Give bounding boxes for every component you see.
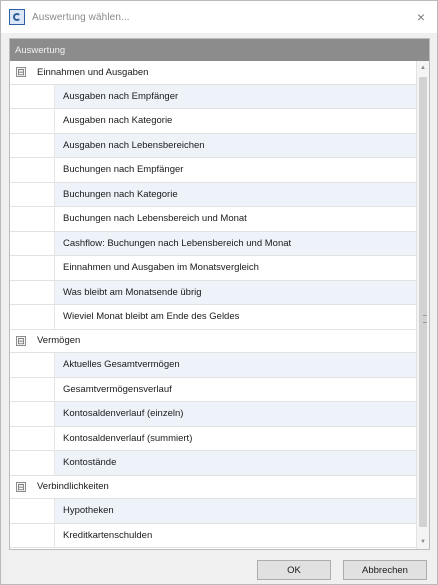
item-label[interactable]: Buchungen nach Empfänger	[55, 158, 417, 182]
group-label: Vermögen	[37, 335, 81, 347]
list-item[interactable]: Gesamtvermögensverlauf	[10, 377, 417, 402]
list-item[interactable]: Buchungen nach Lebensbereich und Monat	[10, 207, 417, 232]
list-item[interactable]: Ausgaben nach Empfänger	[10, 84, 417, 109]
list-item[interactable]: Buchungen nach Kategorie	[10, 182, 417, 207]
list-item[interactable]: Kontosaldenverlauf (einzeln)	[10, 402, 417, 427]
collapse-icon[interactable]: ⊟	[16, 335, 26, 346]
list-item[interactable]: Buchungen nach Empfänger	[10, 158, 417, 183]
group-label: Verbindlichkeiten	[37, 481, 109, 493]
list-item[interactable]: Hypotheken	[10, 499, 417, 524]
list-item[interactable]: Cashflow: Buchungen nach Lebensbereich u…	[10, 231, 417, 256]
ok-button[interactable]: OK	[257, 560, 331, 580]
collapse-icon[interactable]: ⊟	[16, 67, 26, 78]
item-label[interactable]: Kontosaldenverlauf (summiert)	[55, 427, 417, 451]
list-item[interactable]: Kontosaldenverlauf (summiert)	[10, 426, 417, 451]
item-label[interactable]: Buchungen nach Lebensbereich und Monat	[55, 207, 417, 231]
item-label[interactable]: Kontosaldenverlauf (einzeln)	[55, 402, 417, 426]
item-label[interactable]: Cashflow: Buchungen nach Lebensbereich u…	[55, 231, 417, 255]
item-label[interactable]: Kreditkartenschulden	[55, 524, 417, 548]
list-item[interactable]: Kreditkartenschulden	[10, 523, 417, 548]
list-item[interactable]: Was bleibt am Monatsende übrig	[10, 280, 417, 305]
window-title: Auswertung wählen...	[32, 11, 130, 23]
app-report-icon	[9, 9, 25, 25]
column-header: Auswertung	[10, 39, 429, 61]
item-label[interactable]: Ausgaben nach Empfänger	[55, 84, 417, 108]
item-label[interactable]: Was bleibt am Monatsende übrig	[55, 280, 417, 304]
vertical-scrollbar[interactable]: ▲ ▼	[416, 61, 429, 549]
item-label[interactable]: Aktuelles Gesamtvermögen	[55, 353, 417, 377]
item-label[interactable]: Einnahmen und Ausgaben im Monatsvergleic…	[55, 256, 417, 280]
scroll-up-icon[interactable]: ▲	[417, 61, 429, 75]
group-row-vermoegen[interactable]: ⊟ Vermögen	[10, 329, 417, 353]
column-header-label: Auswertung	[15, 44, 66, 56]
dialog-window: Auswertung wählen... × Auswertung ⊟ Einn…	[0, 0, 438, 585]
report-rows: ⊟ Einnahmen und Ausgaben Ausgaben nach E…	[10, 61, 417, 548]
item-label[interactable]: Wieviel Monat bleibt am Ende des Geldes	[55, 305, 417, 329]
list-item[interactable]: Ausgaben nach Kategorie	[10, 109, 417, 134]
list-item[interactable]: Aktuelles Gesamtvermögen	[10, 353, 417, 378]
list-item[interactable]: Wieviel Monat bleibt am Ende des Geldes	[10, 305, 417, 330]
cancel-button[interactable]: Abbrechen	[343, 560, 427, 580]
item-label[interactable]: Hypotheken	[55, 499, 417, 523]
title-bar: Auswertung wählen... ×	[1, 1, 437, 33]
dialog-footer: OK Abbrechen	[1, 553, 437, 584]
group-label: Einnahmen und Ausgaben	[37, 66, 149, 78]
item-label[interactable]: Buchungen nach Kategorie	[55, 182, 417, 206]
group-row-einnahmen[interactable]: ⊟ Einnahmen und Ausgaben	[10, 61, 417, 85]
scroll-down-icon[interactable]: ▼	[417, 535, 429, 549]
list-item[interactable]: Einnahmen und Ausgaben im Monatsvergleic…	[10, 256, 417, 281]
item-label[interactable]: Ausgaben nach Lebensbereichen	[55, 133, 417, 157]
group-row-verbindlichkeiten[interactable]: ⊟ Verbindlichkeiten	[10, 475, 417, 499]
list-item[interactable]: Ausgaben nach Lebensbereichen	[10, 133, 417, 158]
collapse-icon[interactable]: ⊟	[16, 481, 26, 492]
grip-icon	[423, 315, 427, 323]
item-label[interactable]: Ausgaben nach Kategorie	[55, 109, 417, 133]
list-item[interactable]: Kontostände	[10, 451, 417, 476]
item-label[interactable]: Kontostände	[55, 451, 417, 475]
report-grid: Auswertung ⊟ Einnahmen und Ausgaben Ausg…	[9, 38, 430, 550]
scroll-thumb[interactable]	[419, 77, 427, 527]
close-button[interactable]: ×	[411, 7, 431, 27]
item-label[interactable]: Gesamtvermögensverlauf	[55, 378, 417, 402]
